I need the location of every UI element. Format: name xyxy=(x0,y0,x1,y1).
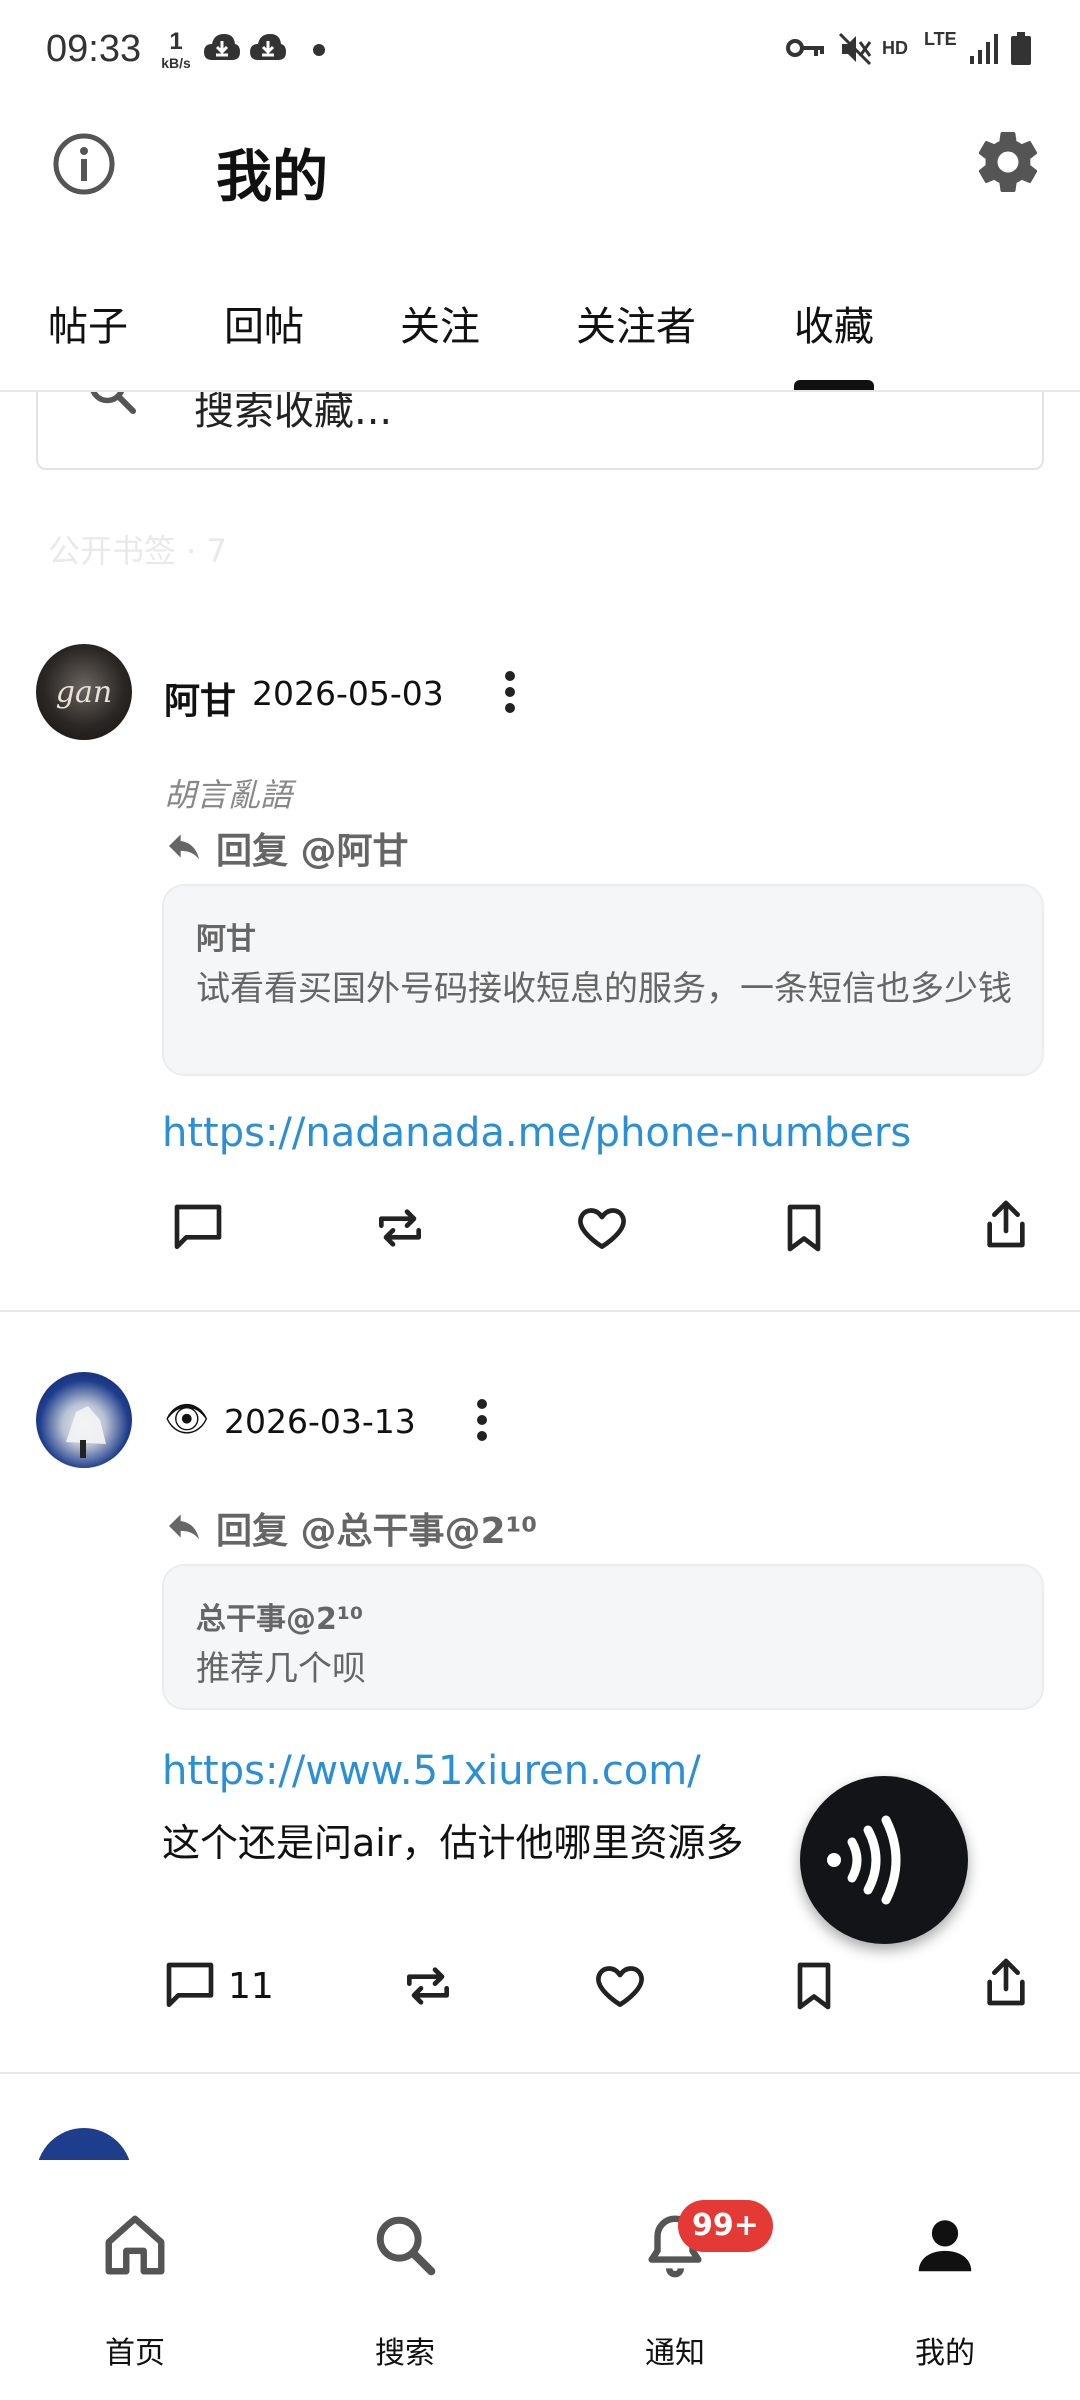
signal-icon xyxy=(970,34,998,64)
tab-replies[interactable]: 回帖 xyxy=(224,294,304,352)
nav-label: 搜索 xyxy=(375,2336,435,2371)
share-icon[interactable] xyxy=(978,1954,1034,2010)
more-vert-icon[interactable] xyxy=(462,1390,502,1450)
notification-badge: 99+ xyxy=(678,2200,773,2252)
post-author[interactable]: 阿甘 xyxy=(164,672,236,724)
nav-search[interactable]: 搜索 xyxy=(270,2160,540,2400)
reply-arrow-icon xyxy=(169,1514,199,1540)
heart-icon[interactable] xyxy=(592,1958,648,2014)
notification-dot xyxy=(313,44,325,56)
quote-text: 推荐几个呗 xyxy=(196,1649,366,1689)
cloud-download-icon xyxy=(204,34,240,60)
network-speed: 1 kB/s xyxy=(161,28,191,71)
quoted-post[interactable]: 阿甘 试看看买国外号码接收短息的服务，一条短信也多少钱 xyxy=(162,884,1044,1076)
app-header: 我的 xyxy=(0,96,1080,236)
quote-author: 阿甘 xyxy=(196,922,256,957)
mute-icon xyxy=(838,32,872,66)
lte-indicator: LTE xyxy=(924,29,957,49)
key-icon xyxy=(786,39,824,57)
heart-icon[interactable] xyxy=(574,1200,630,1256)
profile-tabs: 帖子 回帖 关注 关注者 收藏 xyxy=(0,236,1080,392)
section-label: 公开书签 · 7 xyxy=(48,532,227,570)
home-icon xyxy=(105,2215,165,2275)
nav-label: 通知 xyxy=(645,2336,705,2371)
nfc-signal-icon xyxy=(827,1815,901,1905)
reply-to-label[interactable]: 回复 @总干事@2¹⁰ xyxy=(216,1502,537,1554)
nav-notifications[interactable]: 通知 xyxy=(540,2160,810,2400)
bookmark-icon[interactable] xyxy=(786,1958,842,2014)
floating-action-button[interactable] xyxy=(800,1776,968,1944)
post-subtitle: 胡言亂語 xyxy=(164,776,293,814)
quoted-post[interactable]: 总干事@2¹⁰ 推荐几个呗 xyxy=(162,1564,1044,1710)
post-date: 2026-03-13 xyxy=(224,1402,416,1441)
more-vert-icon[interactable] xyxy=(490,662,530,722)
post-divider xyxy=(0,1310,1080,1312)
gear-icon[interactable] xyxy=(972,126,1044,198)
post-link[interactable]: https://nadanada.me/phone-numbers xyxy=(162,1110,911,1156)
repost-icon[interactable] xyxy=(372,1200,428,1256)
reply-to-label[interactable]: 回复 @阿甘 xyxy=(216,822,409,874)
info-icon[interactable] xyxy=(50,130,118,198)
post-date: 2026-05-03 xyxy=(252,674,444,713)
tab-followers[interactable]: 关注者 xyxy=(576,294,696,352)
eye-icon: 👁 xyxy=(164,1399,210,1440)
nav-home[interactable]: 首页 xyxy=(0,2160,270,2400)
repost-icon[interactable] xyxy=(400,1958,456,2014)
page-title: 我的 xyxy=(216,145,328,210)
avatar[interactable] xyxy=(36,1372,132,1468)
bookmark-icon[interactable] xyxy=(776,1200,832,1256)
battery-icon xyxy=(1011,32,1031,65)
avatar-image xyxy=(66,1406,106,1458)
nav-profile[interactable]: 我的 xyxy=(810,2160,1080,2400)
nav-label: 首页 xyxy=(105,2336,165,2371)
quote-author: 总干事@2¹⁰ xyxy=(196,1602,364,1637)
avatar-logo: gan xyxy=(56,675,112,710)
post-body: 这个还是问air，估计他哪里资源多 xyxy=(162,1821,744,1865)
tab-following[interactable]: 关注 xyxy=(400,294,480,352)
active-tab-indicator xyxy=(794,380,874,390)
nav-label: 我的 xyxy=(915,2336,975,2371)
status-time: 09:33 xyxy=(46,28,142,70)
quote-text: 试看看买国外号码接收短息的服务，一条短信也多少钱 xyxy=(196,969,1012,1009)
avatar[interactable]: gan xyxy=(36,644,132,740)
person-icon xyxy=(918,2220,972,2272)
post-divider xyxy=(0,2072,1080,2074)
comment-icon[interactable] xyxy=(162,1958,218,2014)
comment-icon[interactable] xyxy=(170,1200,226,1256)
comment-count: 11 xyxy=(228,1966,274,2007)
svg-text:gan: gan xyxy=(56,675,112,710)
hd-indicator: HD xyxy=(882,38,908,58)
cloud-download-icon xyxy=(250,34,286,60)
search-icon xyxy=(376,2216,436,2276)
reply-arrow-icon xyxy=(169,834,199,860)
bottom-navigation: 首页 搜索 通知 99+ 我的 xyxy=(0,2160,1080,2400)
tab-bookmarks[interactable]: 收藏 xyxy=(794,294,874,352)
post-link[interactable]: https://www.51xiuren.com/ xyxy=(162,1748,701,1794)
tab-posts[interactable]: 帖子 xyxy=(48,294,128,352)
status-bar: 09:33 1 kB/s HD LTE xyxy=(0,0,1080,96)
share-icon[interactable] xyxy=(978,1196,1034,1252)
